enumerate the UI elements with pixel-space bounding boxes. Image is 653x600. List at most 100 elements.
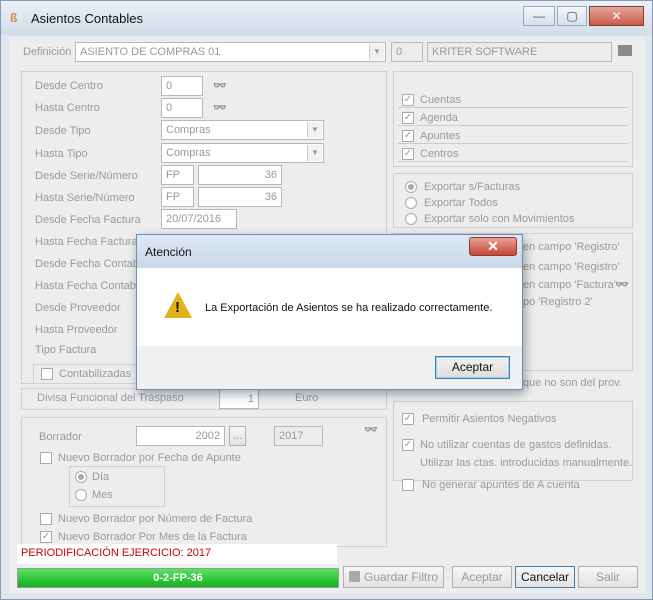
definicion-code: 0 [391, 42, 423, 62]
desde-fecha-contable-label: Desde Fecha Contable [35, 258, 148, 270]
guardar-filtro-button[interactable]: Guardar Filtro [343, 566, 444, 588]
salir-button[interactable]: Salir [578, 566, 638, 588]
dialog-close-button[interactable]: ✕ [469, 237, 517, 256]
dialog-body: ! La Exportación de Asientos se ha reali… [137, 268, 522, 346]
hasta-fecha-factura-label: Hasta Fecha Factura [35, 236, 138, 248]
cancelar-button[interactable]: Cancelar [515, 566, 575, 588]
contabilizadas-label: Contabilizadas [59, 368, 132, 380]
por-mes-checkbox[interactable]: ✓ [40, 531, 52, 543]
periodificacion-text: PERIODIFICACIÓN EJERCICIO: 2017 [21, 547, 212, 559]
agenda-label: Agenda [420, 112, 458, 124]
no-generar-checkbox[interactable] [402, 479, 414, 491]
definicion-combo[interactable]: ASIENTO DE COMPRAS 01 ▼ [75, 42, 386, 62]
hasta-tipo-combo[interactable]: Compras ▼ [161, 143, 324, 163]
dialog-message: La Exportación de Asientos se ha realiza… [205, 302, 493, 314]
exportar-movimientos-label: Exportar solo con Movimientos [424, 213, 575, 225]
hasta-tipo-label: Hasta Tipo [35, 148, 88, 160]
hasta-numero-input[interactable]: 36 [198, 187, 282, 207]
exportar-facturas-radio[interactable] [405, 181, 417, 193]
desde-tipo-label: Desde Tipo [35, 125, 91, 137]
por-numero-checkbox[interactable] [40, 513, 52, 525]
definicion-label: Definición [23, 46, 72, 58]
hasta-serie-input[interactable]: FP [161, 187, 194, 207]
mes-radio[interactable] [75, 489, 87, 501]
contabilizadas-checkbox[interactable] [41, 368, 53, 380]
dialog-title: Atención [145, 245, 192, 259]
centros-label: Centros [420, 148, 459, 160]
exportar-todos-radio[interactable] [405, 197, 417, 209]
divisa-label: Divisa Funcional del Traspaso [37, 392, 184, 404]
chevron-down-icon: ▼ [369, 44, 384, 60]
no-generar-label: No generar apuntes de A cuenta [422, 479, 580, 491]
divisa-input[interactable]: 1 [219, 389, 259, 409]
dia-label: Día [92, 471, 110, 483]
registro-line: po 'Registro 2' [523, 296, 593, 308]
registro-line: en campo 'Registro' [523, 241, 620, 253]
progress-bar: 0-2-FP-36 [17, 568, 339, 588]
no-utilizar-label-2: Utilizar las ctas. introducidas manualme… [420, 457, 633, 469]
hasta-tipo-value: Compras [166, 147, 211, 159]
desde-proveedor-label: Desde Proveedor [35, 302, 121, 314]
permitir-checkbox[interactable]: ✓ [402, 413, 414, 425]
save-icon [348, 571, 360, 582]
desde-numero-input[interactable]: 36 [198, 165, 282, 185]
company-field: KRITER SOFTWARE [427, 42, 612, 62]
por-fecha-checkbox[interactable] [40, 452, 52, 464]
borrador-browse-button[interactable]: ... [229, 426, 246, 446]
borrador-year: 2017 [274, 426, 323, 446]
binoculars-icon[interactable]: 👓 [364, 423, 378, 436]
minimize-button[interactable]: — [523, 6, 555, 26]
warning-icon-mark: ! [175, 299, 180, 316]
chevron-down-icon: ▼ [307, 122, 322, 138]
cuentas-checkbox[interactable]: ✓ [402, 94, 414, 106]
definicion-value: ASIENTO DE COMPRAS 01 [80, 46, 221, 58]
desde-centro-input[interactable]: 0 [161, 76, 203, 96]
no-utilizar-label: No utilizar cuentas de gastos definidas. [420, 439, 612, 451]
desde-serie-label: Desde Serie/Número [35, 170, 138, 182]
apuntes-checkbox[interactable]: ✓ [402, 130, 414, 142]
hasta-serie-label: Hasta Serie/Número [35, 192, 135, 204]
no-utilizar-checkbox[interactable]: ✓ [402, 439, 414, 451]
desde-fecha-factura-label: Desde Fecha Factura [35, 214, 141, 226]
por-fecha-label: Nuevo Borrador por Fecha de Apunte [58, 452, 241, 464]
desde-tipo-combo[interactable]: Compras ▼ [161, 120, 324, 140]
maximize-button[interactable]: ▢ [557, 6, 587, 26]
no-prov-label: que no son del prov. [523, 377, 622, 389]
dialog-ok-button[interactable]: Aceptar [435, 356, 510, 379]
registro-line: en campo 'Registro' [523, 261, 620, 273]
exportar-movimientos-radio[interactable] [405, 213, 417, 225]
dialog-title-bar: Atención ✕ [137, 235, 522, 268]
cuentas-label: Cuentas [420, 94, 461, 106]
hasta-centro-input[interactable]: 0 [161, 98, 203, 118]
folder-icon[interactable] [618, 45, 632, 56]
binoculars-icon[interactable]: 👓 [615, 278, 629, 291]
hasta-centro-label: Hasta Centro [35, 102, 100, 114]
hasta-fecha-contable-label: Hasta Fecha Contable [35, 280, 145, 292]
registro-line: en campo 'Factura' [523, 279, 616, 291]
apuntes-label: Apuntes [420, 130, 461, 142]
status-box: PERIODIFICACIÓN EJERCICIO: 2017 [17, 544, 337, 564]
desde-serie-input[interactable]: FP [161, 165, 194, 185]
permitir-label: Permitir Asientos Negativos [422, 413, 557, 425]
window-title: Asientos Contables [31, 11, 144, 26]
por-numero-label: Nuevo Borrador por Número de Factura [58, 513, 253, 525]
borrador-input[interactable]: 2002 [136, 426, 225, 446]
dia-radio[interactable] [75, 471, 87, 483]
aceptar-button[interactable]: Aceptar [452, 566, 512, 588]
alert-dialog: Atención ✕ ! La Exportación de Asientos … [136, 234, 523, 390]
progress-text: 0-2-FP-36 [153, 572, 203, 584]
centros-checkbox[interactable]: ✓ [402, 148, 414, 160]
binoculars-icon[interactable]: 👓 [213, 79, 227, 92]
desde-centro-label: Desde Centro [35, 80, 103, 92]
close-button[interactable]: ✕ [589, 6, 644, 26]
divisa-currency: Euro [295, 392, 319, 404]
app-icon: ß [10, 11, 18, 25]
binoculars-icon[interactable]: 👓 [213, 101, 227, 114]
main-window: ß Asientos Contables — ▢ ✕ Definición AS… [0, 0, 653, 600]
borrador-label: Borrador [39, 431, 82, 443]
agenda-checkbox[interactable]: ✓ [402, 112, 414, 124]
tipo-factura-label: Tipo Factura [35, 344, 97, 356]
desde-tipo-value: Compras [166, 124, 211, 136]
mes-label: Mes [92, 489, 113, 501]
desde-fecha-factura-input[interactable]: 20/07/2016 [161, 209, 237, 229]
